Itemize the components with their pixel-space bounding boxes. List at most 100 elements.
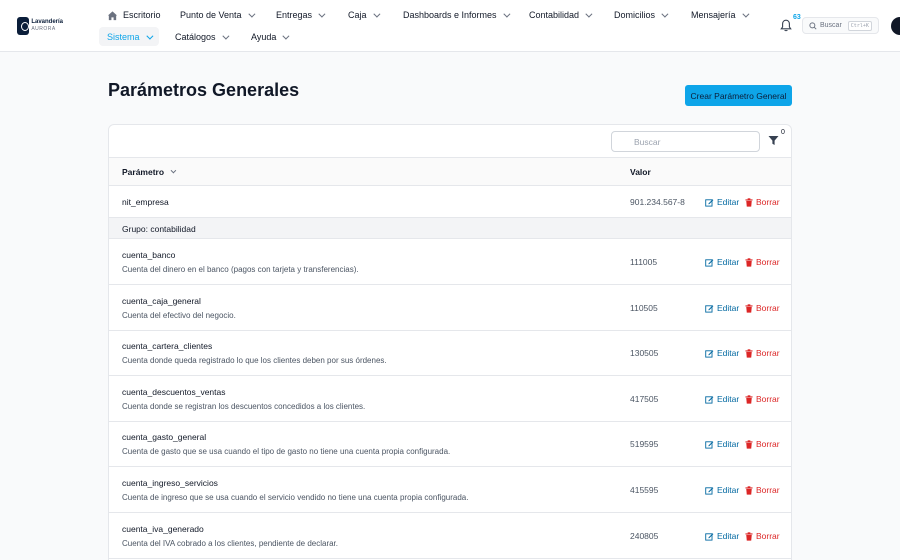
parameter-value: 415595 — [630, 485, 659, 495]
chevron-down-icon — [318, 10, 326, 18]
nav-item-contabilidad[interactable]: Contabilidad — [529, 7, 593, 23]
edit-button[interactable]: Editar — [705, 439, 739, 449]
chevron-down-icon — [221, 32, 229, 40]
search-shortcut: Ctrl+K — [847, 20, 872, 31]
nav-item-punto-de-venta[interactable]: Punto de Venta — [180, 7, 256, 23]
nav-item-domicilios[interactable]: Domicilios — [614, 7, 669, 23]
edit-icon — [705, 532, 714, 541]
global-search-button[interactable]: Buscar Ctrl+K — [802, 17, 879, 34]
table-toolbar: 0 — [109, 125, 791, 158]
parameter-value: 901.234.567-8 — [630, 197, 685, 207]
parameter-value: 519595 — [630, 439, 659, 449]
parameter-value: 111005 — [630, 257, 658, 267]
delete-button[interactable]: Borrar — [745, 303, 780, 313]
table-row: cuenta_caja_general Cuenta del efectivo d… — [109, 285, 791, 331]
logo-mark-icon — [17, 17, 30, 35]
edit-button[interactable]: Editar — [705, 531, 739, 541]
parameter-description: Cuenta de gasto que se usa cuando el tip… — [122, 447, 451, 456]
table-row: cuenta_gasto_general Cuenta de gasto que … — [109, 421, 791, 467]
parameter-value: 240805 — [630, 531, 659, 541]
edit-button[interactable]: Editar — [705, 303, 739, 313]
nav-item-mensajeria[interactable]: Mensajería — [691, 7, 749, 23]
table-row: cuenta_ingreso_servicios Cuenta de ingres… — [109, 467, 791, 513]
trash-icon — [745, 485, 753, 495]
parameter-name: cuenta_descuentos_ventas — [122, 387, 226, 397]
filter-count-badge: 0 — [781, 129, 785, 136]
nav-item-dashboards-informes[interactable]: Dashboards e Informes — [403, 7, 510, 23]
delete-button[interactable]: Borrar — [745, 348, 780, 358]
chevron-down-icon — [661, 10, 669, 18]
nav-item-caja[interactable]: Caja — [348, 7, 380, 23]
nav-item-sistema[interactable]: Sistema — [107, 29, 153, 45]
page-title: Parámetros Generales — [108, 80, 300, 100]
parameter-name: cuenta_gasto_general — [122, 432, 207, 442]
global-search-label: Buscar — [820, 22, 842, 29]
parameter-description: Cuenta donde se registran los descuentos… — [122, 402, 366, 411]
chevron-down-icon — [170, 167, 177, 174]
table-row: cuenta_cartera_clientes Cuenta donde qued… — [109, 330, 791, 376]
parameter-description: Cuenta del IVA cobrado a los clientes, p… — [122, 539, 338, 548]
chevron-down-icon — [282, 32, 290, 40]
parameter-name: nit_empresa — [122, 197, 169, 207]
edit-button[interactable]: Editar — [705, 348, 739, 358]
chevron-down-icon — [372, 10, 380, 18]
edit-button[interactable]: Editar — [705, 197, 739, 207]
parameter-description: Cuenta donde queda registrado lo que los… — [122, 356, 387, 365]
edit-icon — [705, 198, 714, 207]
edit-button[interactable]: Editar — [705, 394, 739, 404]
parameter-description: Cuenta del efectivo del negocio. — [122, 311, 236, 320]
logo-name: Lavandería — [31, 19, 63, 25]
nav-item-catalogos[interactable]: Catálogos — [175, 29, 229, 45]
bell-icon[interactable] — [780, 19, 792, 32]
parameter-name: cuenta_cartera_clientes — [122, 341, 213, 351]
parameter-description: Cuenta de ingreso que se usa cuando el s… — [122, 493, 469, 502]
search-icon — [809, 21, 817, 30]
edit-button[interactable]: Editar — [705, 485, 739, 495]
parameter-name: cuenta_banco — [122, 250, 176, 260]
column-header-parametro[interactable]: Parámetro — [122, 167, 177, 177]
parameter-description: Cuenta del dinero en el banco (pagos con… — [122, 265, 359, 274]
chevron-down-icon — [502, 10, 510, 18]
logo-subname: AURORA — [31, 26, 56, 32]
nav-item-escritorio[interactable]: Escritorio — [107, 7, 161, 23]
trash-icon — [745, 394, 753, 404]
chevron-down-icon — [741, 10, 749, 18]
table-row: cuenta_banco Cuenta del dinero en el banc… — [109, 239, 791, 285]
chevron-down-icon — [585, 10, 593, 18]
app-logo[interactable]: Lavandería AURORA — [17, 16, 63, 36]
trash-icon — [745, 303, 753, 313]
home-icon — [107, 10, 118, 20]
trash-icon — [745, 439, 753, 449]
delete-button[interactable]: Borrar — [745, 439, 780, 449]
notification-count: 63 — [793, 14, 801, 21]
parameter-value: 417505 — [630, 394, 659, 404]
trash-icon — [745, 348, 753, 358]
nav-item-ayuda[interactable]: Ayuda — [251, 29, 290, 45]
table-row: cuenta_descuentos_ventas Cuenta donde se … — [109, 376, 791, 422]
table-search-input[interactable] — [611, 131, 760, 152]
trash-icon — [745, 257, 753, 267]
delete-button[interactable]: Borrar — [745, 485, 780, 495]
table-header: Parámetro Valor — [109, 158, 791, 186]
group-label: Grupo: contabilidad — [122, 224, 196, 234]
group-header-row: Grupo: contabilidad — [109, 218, 791, 239]
delete-button[interactable]: Borrar — [745, 257, 780, 267]
edit-icon — [705, 304, 714, 313]
chevron-down-icon — [247, 10, 256, 18]
delete-button[interactable]: Borrar — [745, 531, 780, 541]
trash-icon — [745, 531, 753, 541]
nav-item-entregas[interactable]: Entregas — [276, 7, 326, 23]
create-parameter-button[interactable]: Crear Parámetro General — [685, 85, 792, 106]
parameter-name: cuenta_iva_generado — [122, 524, 204, 534]
parameter-value: 130505 — [630, 348, 659, 358]
edit-icon — [705, 349, 714, 358]
delete-button[interactable]: Borrar — [745, 394, 780, 404]
edit-icon — [705, 440, 714, 449]
edit-icon — [705, 395, 714, 404]
delete-button[interactable]: Borrar — [745, 197, 780, 207]
table-row: nit_empresa 901.234.567-8 Editar Borrar — [109, 186, 791, 218]
parameter-value: 110505 — [630, 303, 658, 313]
avatar[interactable] — [891, 17, 900, 35]
filter-icon[interactable] — [768, 135, 779, 146]
edit-button[interactable]: Editar — [705, 257, 739, 267]
